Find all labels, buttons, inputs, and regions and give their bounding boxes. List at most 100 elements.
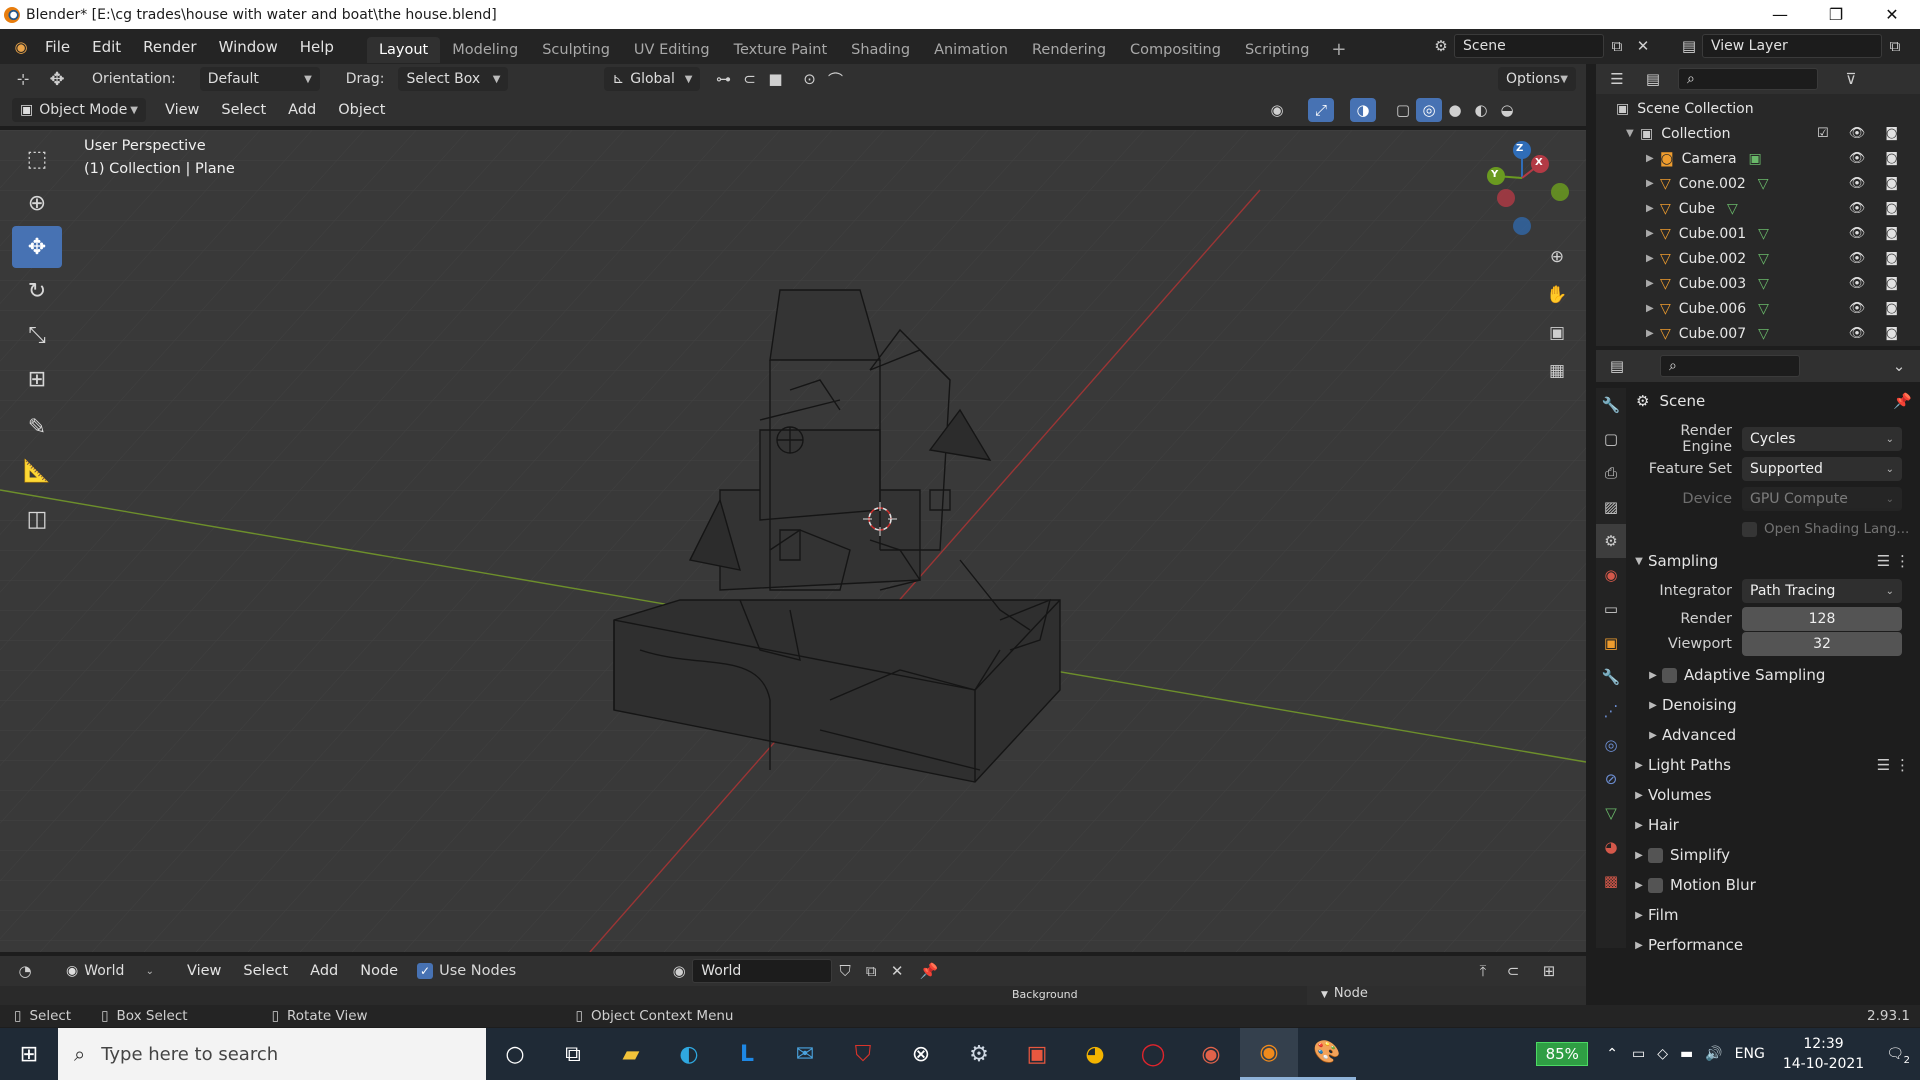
collection-visibility-icons[interactable]: ☑ 👁 ◙: [1817, 126, 1906, 141]
expand-triangle-icon[interactable]: ▶: [1646, 203, 1660, 214]
outliner-editor-icon[interactable]: ☰: [1604, 67, 1630, 91]
tab-texture-paint[interactable]: Texture Paint: [722, 37, 840, 63]
minimize-button[interactable]: —: [1752, 0, 1808, 29]
denoising-subpanel[interactable]: ▶ Denoising: [1630, 690, 1920, 720]
presets-list-icon[interactable]: ☰ ⋮: [1877, 756, 1910, 774]
pan-hand-icon[interactable]: ✋: [1542, 276, 1572, 314]
node-menu-view[interactable]: View: [176, 963, 232, 979]
rendered-shading-icon[interactable]: ◒: [1494, 98, 1520, 122]
drag-dropdown[interactable]: Select Box ▼: [398, 67, 509, 91]
blender-menu-icon[interactable]: ◉: [8, 35, 34, 59]
physics-tab-icon[interactable]: ◎: [1596, 728, 1626, 762]
task-view-icon[interactable]: ⧉: [544, 1028, 602, 1080]
menu-help[interactable]: Help: [289, 38, 345, 56]
motion-blur-panel[interactable]: ▶ Motion Blur: [1630, 870, 1920, 900]
tab-sculpting[interactable]: Sculpting: [530, 37, 622, 63]
view-layer-tab-icon[interactable]: ▨: [1596, 490, 1626, 524]
device-icon[interactable]: ▭: [1632, 1046, 1645, 1062]
outliner-item-cube[interactable]: ▶ ▽ Cube ▽ 👁 ◙: [1596, 196, 1920, 221]
snap-target-icon[interactable]: ■: [762, 67, 788, 91]
film-panel[interactable]: ▶ Film: [1630, 900, 1920, 930]
viewport-menu-select[interactable]: Select: [210, 102, 277, 118]
volumes-panel[interactable]: ▶ Volumes: [1630, 780, 1920, 810]
object-visibility-icons[interactable]: 👁 ◙: [1849, 301, 1906, 316]
pin-icon[interactable]: 📌: [1893, 392, 1912, 410]
menu-render[interactable]: Render: [132, 38, 207, 56]
object-tab-icon[interactable]: ▣: [1596, 626, 1626, 660]
rotate-tool-icon[interactable]: ↻: [12, 270, 62, 312]
performance-panel[interactable]: ▶ Performance: [1630, 930, 1920, 960]
node-sidebar-tab[interactable]: Node: [1334, 986, 1368, 1001]
viewport-menu-add[interactable]: Add: [277, 102, 327, 118]
node-menu-node[interactable]: Node: [349, 963, 409, 979]
snap-mode-icon[interactable]: ⊞: [1536, 959, 1562, 983]
blender-taskbar-icon[interactable]: ◉: [1240, 1028, 1298, 1080]
pivot-point-icon[interactable]: ⊶: [710, 67, 736, 91]
tab-animation[interactable]: Animation: [922, 37, 1020, 63]
tool-tab-icon[interactable]: 🔧: [1596, 388, 1626, 422]
menu-file[interactable]: File: [34, 38, 81, 56]
object-visibility-icons[interactable]: 👁 ◙: [1849, 201, 1906, 216]
start-windows-icon[interactable]: ⊞: [0, 1028, 58, 1080]
presets-list-icon[interactable]: ☰ ⋮: [1877, 552, 1910, 570]
use-nodes-checkbox[interactable]: ✓: [417, 963, 434, 979]
scene-tab-icon[interactable]: ⚙: [1596, 524, 1626, 558]
world-name-field[interactable]: World: [692, 959, 833, 983]
add-cube-tool-icon[interactable]: ◫: [12, 498, 62, 540]
node-menu-select[interactable]: Select: [232, 963, 299, 979]
collection-row[interactable]: ▼ ▣ Collection ☑ 👁 ◙: [1596, 121, 1920, 146]
battery-indicator[interactable]: 85%: [1536, 1042, 1589, 1066]
volume-icon[interactable]: 🔊: [1705, 1046, 1722, 1062]
outliner-item-cube-003[interactable]: ▶ ▽ Cube.003 ▽ 👁 ◙: [1596, 271, 1920, 296]
object-visibility-icons[interactable]: 👁 ◙: [1849, 326, 1906, 341]
move-tool-button[interactable]: ✥: [12, 226, 62, 268]
expand-triangle-icon[interactable]: ▶: [1646, 253, 1660, 264]
tab-shading[interactable]: Shading: [839, 37, 922, 63]
render-tab-icon[interactable]: ▢: [1596, 422, 1626, 456]
object-visibility-icons[interactable]: 👁 ◙: [1849, 226, 1906, 241]
overlays-toggle-icon[interactable]: ◑: [1350, 98, 1376, 122]
fake-user-shield-icon[interactable]: ⛉: [832, 959, 858, 983]
new-view-layer-icon[interactable]: ⧉: [1882, 34, 1908, 58]
output-tab-icon[interactable]: ⎙: [1596, 456, 1626, 490]
snap-icon[interactable]: ⊂: [736, 67, 762, 91]
filter-icon[interactable]: ⊽: [1838, 67, 1864, 91]
integrator-dropdown[interactable]: Path Tracing ⌄: [1742, 579, 1902, 603]
network-icon[interactable]: ◇: [1657, 1046, 1668, 1062]
xray-toggle-icon[interactable]: ▢: [1390, 98, 1416, 122]
annotate-tool-icon[interactable]: ✎: [12, 406, 62, 448]
simplify-checkbox[interactable]: [1648, 847, 1663, 863]
scene-collection-row[interactable]: ▣ Scene Collection: [1596, 96, 1920, 121]
expand-triangle-icon[interactable]: ▶: [1646, 328, 1660, 339]
chevron-down-icon[interactable]: ⌄: [1886, 354, 1912, 378]
maximize-button[interactable]: ❐: [1808, 0, 1864, 29]
render-engine-dropdown[interactable]: Cycles ⌄: [1742, 427, 1902, 451]
adaptive-sampling-subpanel[interactable]: ▶ Adaptive Sampling: [1630, 660, 1920, 690]
falloff-icon[interactable]: ⌒: [822, 67, 848, 91]
world-datablock-icon[interactable]: ◉: [666, 959, 692, 983]
menu-window[interactable]: Window: [208, 38, 289, 56]
world-tab-icon[interactable]: ◉: [1596, 558, 1626, 592]
transform-orientation-dropdown[interactable]: ⊾ Global ▼: [604, 67, 701, 91]
red-app-icon[interactable]: ▣: [1008, 1028, 1066, 1080]
visibility-eye-icon[interactable]: ◉: [1264, 98, 1290, 122]
view-layer-field[interactable]: View Layer: [1702, 34, 1882, 58]
osl-checkbox[interactable]: [1742, 521, 1757, 537]
clock[interactable]: 12:39 14-10-2021: [1783, 1034, 1864, 1074]
gizmo-toggle-icon[interactable]: ⤢: [1308, 98, 1334, 122]
outliner-item-cone-002[interactable]: ▶ ▽ Cone.002 ▽ 👁 ◙: [1596, 171, 1920, 196]
tab-modeling[interactable]: Modeling: [440, 37, 530, 63]
properties-search-input[interactable]: ⌕: [1660, 355, 1800, 377]
expand-triangle-icon[interactable]: ▶: [1646, 178, 1660, 189]
language-indicator[interactable]: ENG: [1735, 1046, 1765, 1062]
menu-edit[interactable]: Edit: [81, 38, 132, 56]
adaptive-sampling-checkbox[interactable]: [1662, 667, 1677, 683]
outliner-search-input[interactable]: ⌕: [1678, 68, 1818, 90]
advanced-subpanel[interactable]: ▶ Advanced: [1630, 720, 1920, 750]
select-box-tool-icon[interactable]: ⬚: [12, 138, 62, 180]
hair-panel[interactable]: ▶ Hair: [1630, 810, 1920, 840]
file-explorer-icon[interactable]: ▰: [602, 1028, 660, 1080]
simplify-panel[interactable]: ▶ Simplify: [1630, 840, 1920, 870]
tab-rendering[interactable]: Rendering: [1020, 37, 1118, 63]
light-paths-panel[interactable]: ▶ Light Paths ☰ ⋮: [1630, 750, 1920, 780]
